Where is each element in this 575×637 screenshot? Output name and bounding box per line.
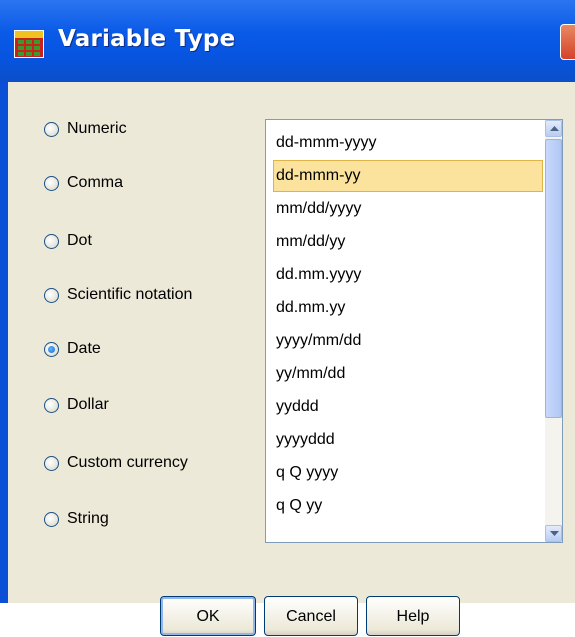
close-button[interactable] xyxy=(560,24,575,60)
radio-circle[interactable] xyxy=(44,341,59,357)
list-item-label: yyyy/mm/dd xyxy=(276,332,362,349)
radio-circle[interactable] xyxy=(44,397,59,413)
list-item[interactable]: yyyyddd xyxy=(274,425,335,455)
radio-date[interactable]: Date xyxy=(44,336,101,362)
chevron-up-icon xyxy=(550,126,559,131)
radio-circle[interactable] xyxy=(44,455,59,471)
radio-dot[interactable]: Dot xyxy=(44,228,92,254)
scroll-down-button[interactable] xyxy=(545,525,562,542)
radio-circle[interactable] xyxy=(44,233,59,249)
radio-custom-currency[interactable]: Custom currency xyxy=(44,450,188,476)
radio-circle[interactable] xyxy=(44,121,59,137)
radio-numeric[interactable]: Numeric xyxy=(44,116,127,142)
ok-button[interactable]: OK xyxy=(160,596,256,636)
list-item-label: mm/dd/yyyy xyxy=(276,200,362,217)
radio-string[interactable]: String xyxy=(44,506,109,532)
radio-dollar[interactable]: Dollar xyxy=(44,392,109,418)
list-item[interactable]: dd-mmm-yy xyxy=(273,160,543,192)
scroll-thumb[interactable] xyxy=(545,139,562,418)
list-item-label: mm/dd/yy xyxy=(276,233,346,250)
list-item[interactable]: yy/mm/dd xyxy=(274,359,345,389)
list-item[interactable]: yyyy/mm/dd xyxy=(274,326,361,356)
list-item[interactable]: q Q yy xyxy=(274,491,322,521)
list-item-label: dd-mmm-yyyy xyxy=(276,134,377,151)
radio-circle[interactable] xyxy=(44,175,59,191)
radio-scientific-notation[interactable]: Scientific notation xyxy=(44,282,192,308)
cancel-button[interactable]: Cancel xyxy=(264,596,358,636)
radio-label: String xyxy=(67,510,109,527)
chevron-down-icon xyxy=(550,531,559,536)
list-item-label: dd.mm.yy xyxy=(276,299,346,316)
scroll-up-button[interactable] xyxy=(545,120,562,137)
list-item-label: dd.mm.yyyy xyxy=(276,266,362,283)
list-item-label: dd-mmm-yy xyxy=(276,167,361,184)
list-item-label: q Q yy xyxy=(276,497,323,514)
radio-label: Date xyxy=(67,340,101,357)
list-item[interactable]: mm/dd/yy xyxy=(274,227,345,257)
help-button[interactable]: Help xyxy=(366,596,460,636)
radio-circle[interactable] xyxy=(44,287,59,303)
radio-label: Numeric xyxy=(67,120,127,137)
window-title: Variable Type xyxy=(58,26,236,52)
dialog-window: Variable Type Numeric Comma Dot Scientific … xyxy=(0,0,575,636)
radio-label: Dot xyxy=(67,232,92,249)
list-item[interactable]: dd.mm.yy xyxy=(274,293,345,323)
radio-label: Comma xyxy=(67,174,124,191)
radio-label: Custom currency xyxy=(67,454,188,471)
list-item-label: q Q yyyy xyxy=(276,464,339,481)
list-item[interactable]: dd-mmm-yyyy xyxy=(274,128,376,158)
vertical-scrollbar[interactable] xyxy=(545,120,562,542)
radio-label: Dollar xyxy=(67,396,109,413)
spss-grid-icon xyxy=(14,30,44,58)
list-item[interactable]: mm/dd/yyyy xyxy=(274,194,361,224)
list-item[interactable]: yyddd xyxy=(274,392,319,422)
list-item-label: yyddd xyxy=(276,398,319,415)
list-item-label: yyyyddd xyxy=(276,431,335,448)
list-item[interactable]: q Q yyyy xyxy=(274,458,338,488)
list-item[interactable]: dd.mm.yyyy xyxy=(274,260,361,290)
title-bar[interactable]: Variable Type xyxy=(0,0,575,82)
radio-circle[interactable] xyxy=(44,511,59,527)
date-format-listbox[interactable]: dd-mmm-yyyy dd-mmm-yy mm/dd/yyyy mm/dd/yy dd… xyxy=(265,119,563,543)
radio-label: Scientific notation xyxy=(67,286,193,303)
list-item-label: yy/mm/dd xyxy=(276,365,346,382)
radio-comma[interactable]: Comma xyxy=(44,170,123,196)
